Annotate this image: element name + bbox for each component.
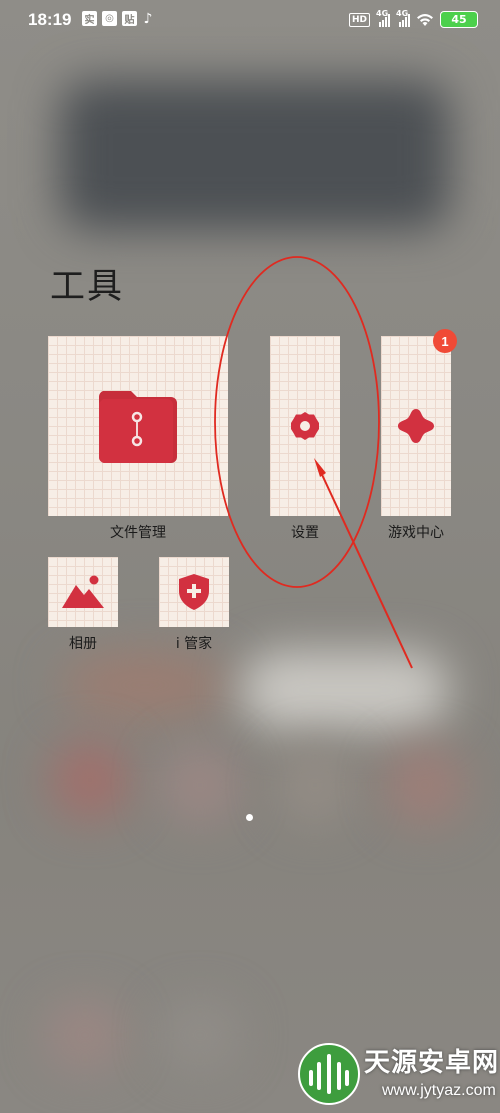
watermark-url: www.jytyaz.com xyxy=(382,1082,496,1099)
annotation-arrow-head xyxy=(314,458,326,477)
watermark-logo-icon xyxy=(298,1043,360,1105)
annotation-arrow-line xyxy=(317,465,413,669)
annotation-overlay xyxy=(214,256,413,669)
annotation-ellipse xyxy=(214,256,380,588)
watermark-name: 天源安卓网 xyxy=(364,1048,500,1078)
page-indicator-dot xyxy=(246,814,253,821)
watermark: 天源安卓网 www.jytyaz.com xyxy=(292,1036,500,1113)
